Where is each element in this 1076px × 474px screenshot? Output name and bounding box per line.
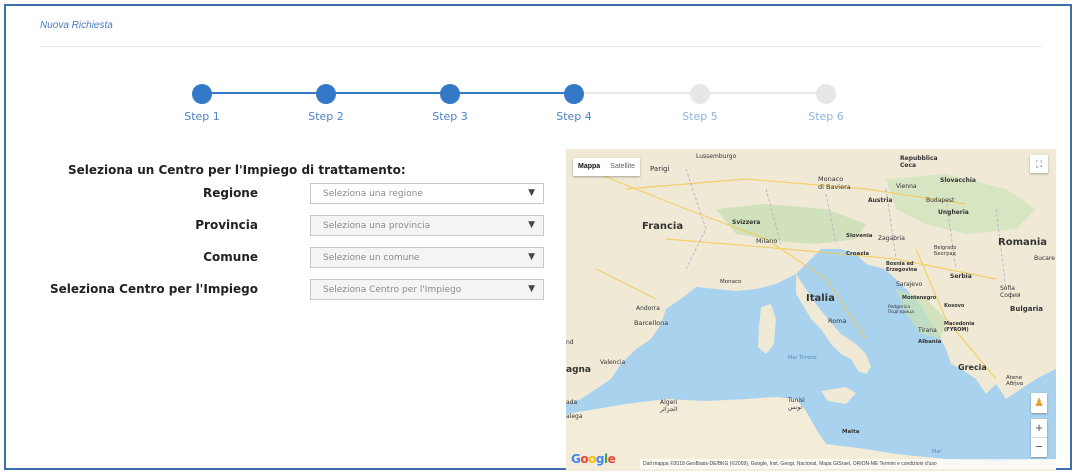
map-type-map-button[interactable]: Mappa [573, 158, 605, 176]
step-dot [564, 84, 584, 104]
zoom-in-button[interactable]: + [1031, 419, 1047, 438]
regione-label: Regione [202, 186, 258, 200]
map-label-bulgaria: Bulgaria [1010, 305, 1044, 313]
map-label-andorra: Andorra [636, 305, 660, 312]
map-label-podgorica: Podgorica Подгорица [888, 305, 914, 315]
map-label-sarajevo: Sarajevo [896, 281, 923, 288]
step-label: Step 3 [432, 110, 468, 123]
step-dot [690, 84, 710, 104]
step-label: Step 5 [682, 110, 718, 123]
map-label-macedonia: Macedonia (FYROM) [944, 321, 975, 333]
step-label: Step 6 [808, 110, 844, 123]
map-label-atene: Atene Αθήνα [1006, 375, 1024, 387]
map-label-tunisi: Tunisi تونس [788, 397, 805, 411]
map-label-mar: Mar [932, 449, 942, 455]
caret-down-icon: ▼ [528, 220, 535, 230]
zoom-control: + − [1031, 419, 1047, 457]
step-dot [816, 84, 836, 104]
step-dot [192, 84, 212, 104]
step-line-done [202, 92, 574, 94]
map-label-spagna: agna [566, 365, 591, 375]
land-sicily [821, 387, 856, 404]
map-label-vienna: Vienna [896, 183, 917, 190]
step-6[interactable]: Step 6 [796, 84, 856, 123]
regione-select[interactable]: Seleziona una regione ▼ [310, 183, 544, 204]
google-logo[interactable]: Google [571, 452, 616, 466]
map-label-montenegro: Montenegro [902, 295, 937, 301]
map-label-monaco-baviera: Monaco di Baviera [818, 175, 851, 191]
map-label-roma: Roma [828, 317, 847, 325]
map-view[interactable]: Francia Italia Romania Grecia Parigi Lus… [566, 149, 1056, 471]
map-label-romania: Romania [998, 237, 1048, 248]
step-dot [440, 84, 460, 104]
caret-down-icon: ▼ [528, 188, 535, 198]
zoom-out-button[interactable]: − [1031, 438, 1047, 457]
map-label-kosovo: Kosovo [944, 303, 965, 309]
map-label-croazia: Croazia [846, 251, 870, 257]
map-label-mar-tirreno: Mar Tirreno [788, 355, 817, 361]
map-label-milano: Milano [756, 237, 778, 245]
caret-down-icon: ▼ [528, 284, 535, 294]
step-dot [316, 84, 336, 104]
map-type-satellite-button[interactable]: Satellite [605, 158, 640, 176]
map-label-albania: Albania [918, 339, 942, 345]
map-label-tirana: Tirana [918, 327, 937, 334]
map-label-austria: Austria [868, 197, 893, 204]
map-label-repubblica-ceca: Repubblica Ceca [900, 155, 938, 169]
caret-down-icon: ▼ [528, 252, 535, 262]
map-label-slovenia: Slovenia [846, 233, 873, 239]
map-label-lussemburgo: Lussemburgo [696, 153, 737, 160]
step-label: Step 4 [556, 110, 592, 123]
comune-select-value: Selezione un comune [323, 253, 420, 263]
comune-select[interactable]: Selezione un comune ▼ [310, 247, 544, 268]
map-label-alega: alega [566, 413, 583, 420]
provincia-label: Provincia [195, 218, 258, 232]
map-label-barcellona: Barcellona [634, 319, 669, 327]
map-label-valencia: Valencia [600, 359, 626, 366]
form-title: Seleziona un Centro per l'Impiego di tra… [68, 163, 406, 177]
comune-label: Comune [203, 250, 258, 264]
map-label-ada: ada [566, 399, 578, 406]
provincia-select[interactable]: Seleziona una provincia ▼ [310, 215, 544, 236]
map-label-ungheria: Ungheria [938, 209, 969, 216]
step-label: Step 1 [184, 110, 220, 123]
map-label-algeri: Algeri الجزائر [660, 399, 678, 413]
land-sardinia [758, 304, 776, 354]
map-label-francia: Francia [642, 221, 684, 232]
fullscreen-icon[interactable]: ⛶ [1030, 155, 1048, 173]
step-4[interactable]: Step 4 [544, 84, 604, 123]
map-label-italia: Italia [806, 293, 835, 304]
step-5[interactable]: Step 5 [670, 84, 730, 123]
map-label-slovacchia: Slovacchia [940, 177, 976, 184]
centro-select[interactable]: Seleziona Centro per l'Impiego ▼ [310, 279, 544, 300]
centro-label: Seleziona Centro per l'Impiego [49, 282, 258, 296]
pegman-icon[interactable]: ♟ [1031, 393, 1047, 413]
provincia-select-value: Seleziona una provincia [323, 221, 431, 231]
page-frame: Nuova Richiesta Step 1 Step 2 Step 3 Ste… [4, 4, 1072, 471]
map-label-budapest: Budapest [926, 197, 955, 204]
step-2[interactable]: Step 2 [296, 84, 356, 123]
map-label-parigi: Parigi [650, 165, 670, 173]
map-label-serbia: Serbia [950, 273, 972, 280]
map-type-control: Mappa Satellite [573, 158, 641, 176]
map-label-monaco: Monaco [720, 279, 742, 285]
map-attribution[interactable]: Dati mappa ©2018 GeoBasis-DE/BKG (©2009)… [640, 459, 1056, 469]
step-label: Step 2 [308, 110, 344, 123]
map-label-grecia: Grecia [958, 363, 987, 372]
step-1[interactable]: Step 1 [172, 84, 232, 123]
map-label-sofia: Sofia София [1000, 285, 1021, 299]
map-label-zagabria: Zagabria [878, 235, 905, 242]
map-label-svizzera: Svizzera [732, 219, 761, 226]
map-label-bucarest: Bucare [1034, 255, 1055, 262]
centro-select-value: Seleziona Centro per l'Impiego [323, 285, 462, 295]
map-label-bosnia: Bosnia ed Erzegovina [886, 261, 918, 273]
map-label-nd: nd [566, 339, 574, 346]
stepper: Step 1 Step 2 Step 3 Step 4 Step 5 Step … [6, 6, 1070, 126]
step-3[interactable]: Step 3 [420, 84, 480, 123]
regione-select-value: Seleziona una regione [323, 189, 423, 199]
map-label-malta: Malta [842, 429, 860, 435]
map-label-belgrado: Belgrado Београд [934, 245, 957, 257]
